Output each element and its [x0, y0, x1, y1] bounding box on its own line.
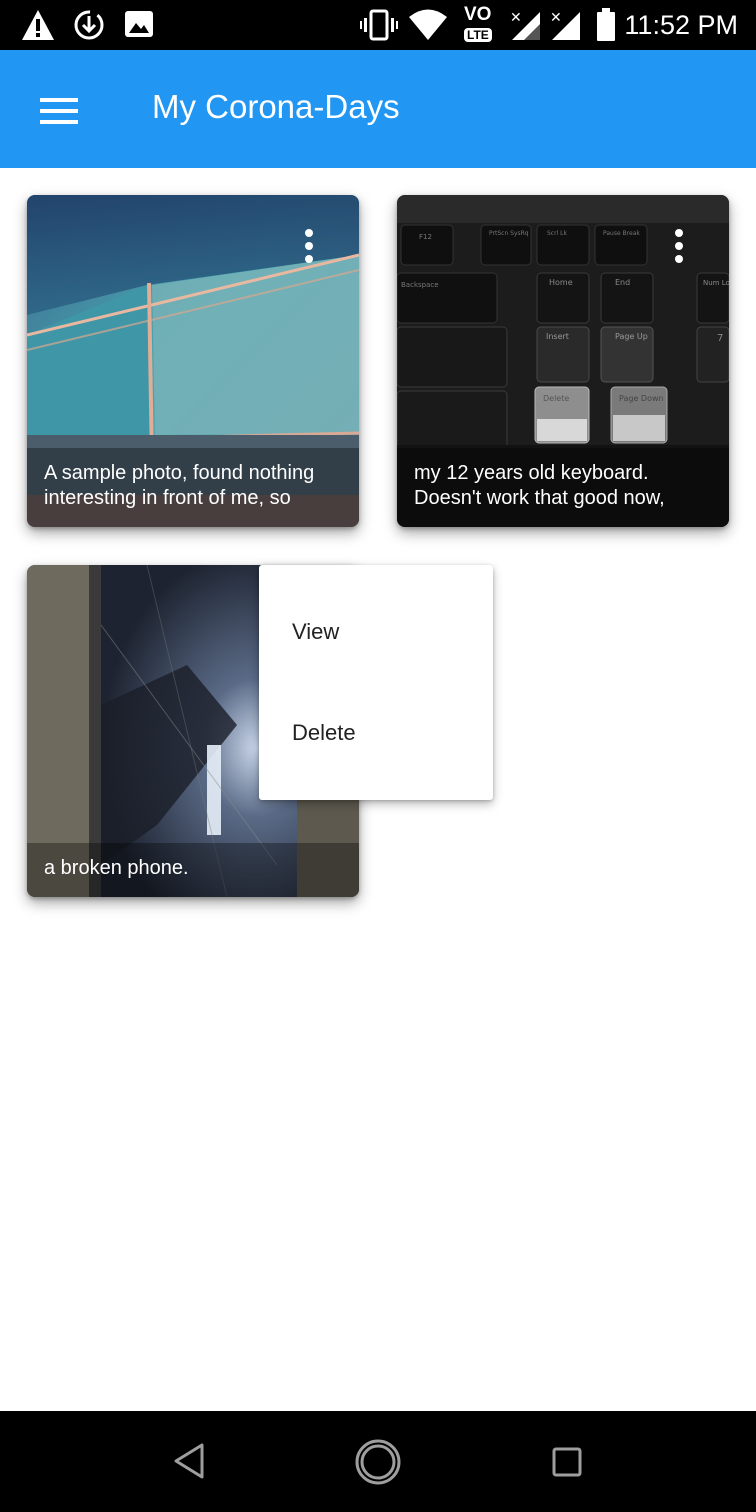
recents-icon[interactable] [550, 1445, 584, 1479]
menu-item-label: View [292, 619, 340, 644]
key-label: Page Down [619, 394, 664, 403]
key-label: Insert [546, 332, 569, 341]
more-options-icon[interactable] [667, 227, 691, 267]
volte-label: VO [464, 4, 492, 25]
more-options-icon[interactable] [297, 227, 321, 267]
key-label: End [615, 278, 630, 287]
vibrate-icon [360, 9, 398, 41]
photo-card[interactable]: A sample photo, found nothing interestin… [27, 195, 359, 527]
menu-item-delete[interactable]: Delete [259, 683, 493, 783]
card-options-menu: View Delete [259, 565, 493, 800]
key-label: Delete [543, 394, 569, 403]
card-caption: a broken phone. [27, 843, 359, 897]
key-label: PrtScn SysRq [489, 230, 529, 237]
volte-icon: VO LTE [462, 4, 500, 46]
key-label: Scrl Lk [547, 230, 567, 237]
wifi-icon [409, 9, 447, 40]
back-icon[interactable] [170, 1441, 210, 1481]
key-label: Backspace [401, 281, 439, 289]
key-label: Num Lock [703, 279, 729, 287]
menu-item-label: Delete [292, 720, 356, 745]
status-bar: VO LTE ✕ ✕ 11:52 PM [0, 0, 756, 50]
app-bar: My Corona-Days [0, 50, 756, 168]
key-label: Home [549, 278, 573, 287]
key-label: F12 [419, 233, 432, 241]
key-label: Page Up [615, 332, 648, 341]
svg-text:✕: ✕ [550, 10, 562, 26]
status-time: 11:52 PM [624, 10, 738, 40]
image-icon [125, 11, 153, 37]
navigation-bar [0, 1411, 756, 1512]
card-caption: A sample photo, found nothing interestin… [27, 448, 359, 527]
photo-card[interactable]: F12 PrtScn SysRq Scrl Lk Pause Break Bac… [397, 195, 729, 527]
key-label: 7 [717, 333, 723, 344]
menu-item-view[interactable]: View [259, 582, 493, 682]
battery-icon [597, 8, 615, 41]
svg-text:✕: ✕ [510, 10, 522, 26]
lte-badge: LTE [464, 28, 492, 42]
signal-icon: ✕ [510, 10, 540, 40]
home-icon[interactable] [353, 1437, 403, 1487]
download-icon [74, 10, 104, 40]
warning-icon [22, 10, 54, 40]
hamburger-menu-icon[interactable] [34, 90, 84, 128]
card-caption: my 12 years old keyboard. Doesn't work t… [397, 448, 729, 527]
app-title: My Corona-Days [152, 88, 400, 125]
signal-icon-2: ✕ [550, 10, 580, 40]
key-label: Pause Break [603, 230, 640, 237]
